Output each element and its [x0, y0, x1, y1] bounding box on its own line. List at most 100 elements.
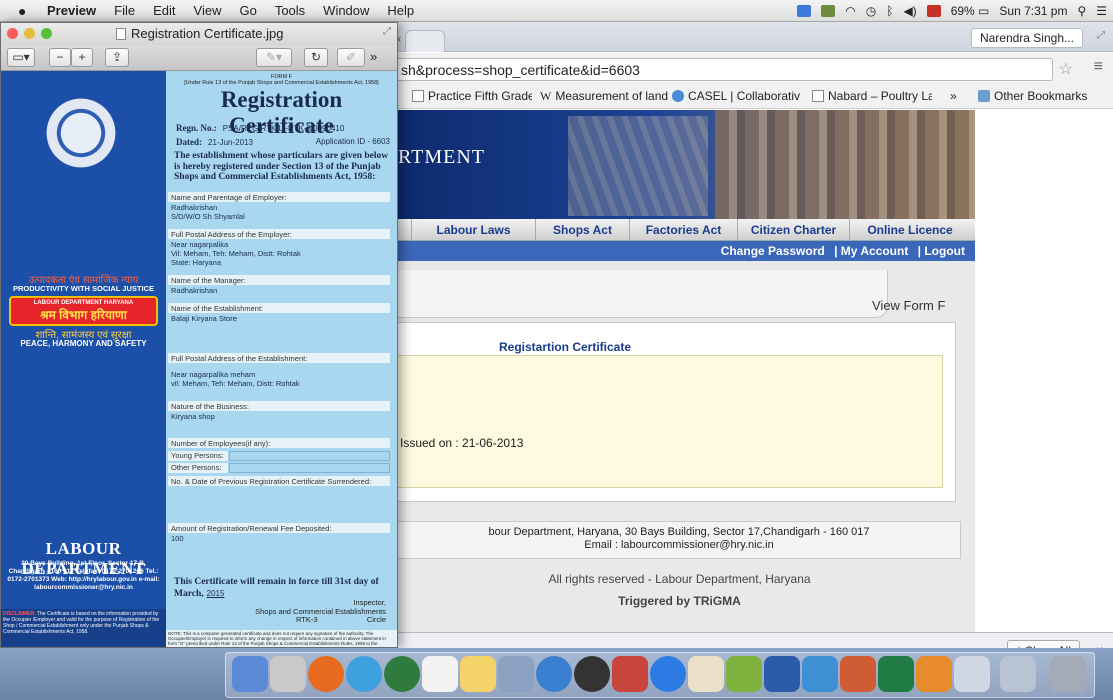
bookmark-item[interactable]: W Measurement of land: [540, 89, 668, 104]
certificate-body: FORM F [Under Rule 13 of the Punjab Shop…: [166, 71, 397, 647]
menu-tools[interactable]: Tools: [266, 3, 314, 18]
zoom-window-button[interactable]: [41, 28, 52, 39]
photos-icon[interactable]: [612, 656, 648, 692]
other-persons-label: Other Persons:: [168, 463, 228, 473]
page-icon: [812, 90, 824, 102]
spotlight-icon[interactable]: ⚲: [1077, 4, 1086, 18]
preview-icon[interactable]: [498, 656, 534, 692]
share-button[interactable]: ⇪: [105, 48, 129, 67]
wifi-icon[interactable]: ◠: [845, 4, 855, 18]
menu-view[interactable]: View: [185, 3, 231, 18]
messages-icon[interactable]: [536, 656, 572, 692]
calendar-icon[interactable]: [422, 656, 458, 692]
issued-date: Issued on : 21-06-2013: [400, 436, 524, 450]
form-rule: [Under Rule 13 of the Punjab Shops and C…: [184, 80, 379, 86]
powerpoint-icon[interactable]: [840, 656, 876, 692]
downloads-stack-icon[interactable]: [954, 656, 990, 692]
bookmark-item[interactable]: CASEL | Collaborative: [672, 89, 800, 103]
chrome-icon[interactable]: [384, 656, 420, 692]
nav-online-licence[interactable]: Online Licence: [850, 219, 970, 240]
fullscreen-icon[interactable]: ⤢: [383, 26, 391, 37]
nav-citizen-charter[interactable]: Citizen Charter: [738, 219, 850, 240]
nav-labour-laws[interactable]: Labour Laws: [412, 219, 536, 240]
trash-icon[interactable]: [1050, 656, 1086, 692]
toolbar-overflow-icon[interactable]: »: [370, 49, 377, 64]
inspector-circle-row: RTK-3 Circle: [226, 615, 386, 625]
edit-toolbar-button[interactable]: ✐: [337, 48, 365, 67]
new-tab-button[interactable]: [405, 30, 445, 52]
safari-icon[interactable]: [346, 656, 382, 692]
word-icon[interactable]: [764, 656, 800, 692]
dropbox-icon[interactable]: [797, 5, 812, 17]
flag-icon[interactable]: [926, 5, 941, 17]
labour-department-address: 30 Bays Building, 1st Floor, Sector 17-B…: [7, 560, 160, 591]
close-window-button[interactable]: [7, 28, 18, 39]
logout-link[interactable]: | Logout: [918, 244, 965, 258]
other-bookmarks[interactable]: Other Bookmarks: [978, 89, 1113, 103]
nav-shops-act[interactable]: Shops Act: [536, 219, 630, 240]
field-value: Near nagarpalika Vil: Meham, Teh: Meham,…: [171, 240, 301, 267]
launchpad-icon[interactable]: [270, 656, 306, 692]
fullscreen-icon[interactable]: ⤢: [1097, 30, 1105, 41]
w-icon: W: [540, 89, 552, 103]
certificate-note: NOTE: This is a computer generated certi…: [166, 630, 397, 647]
documents-stack-icon[interactable]: [1000, 656, 1036, 692]
facetime-icon[interactable]: [574, 656, 610, 692]
menu-go[interactable]: Go: [230, 3, 265, 18]
excel-icon[interactable]: [878, 656, 914, 692]
zoom-out-button[interactable]: −: [49, 48, 71, 67]
time-machine-icon[interactable]: ◷: [866, 4, 876, 18]
young-persons-label: Young Persons:: [168, 451, 228, 461]
bookmark-label: CASEL | Collaborative: [688, 89, 800, 103]
menu-window[interactable]: Window: [314, 3, 378, 18]
numbers-icon[interactable]: [726, 656, 762, 692]
bookmark-item[interactable]: Nabard – Poultry Lay: [812, 89, 932, 103]
bookmarks-overflow[interactable]: »: [950, 89, 957, 103]
firefox-icon[interactable]: [308, 656, 344, 692]
vlc-icon[interactable]: [916, 656, 952, 692]
image-file-icon: [116, 28, 126, 40]
address-bar[interactable]: sh&process=shop_certificate&id=6603: [395, 58, 1053, 81]
notes-icon[interactable]: [460, 656, 496, 692]
markup-button[interactable]: ✎▾: [256, 48, 292, 67]
notifications-icon[interactable]: ☰: [1096, 4, 1107, 18]
dock: [0, 648, 1113, 700]
menu-file[interactable]: File: [105, 3, 144, 18]
app-tray-icon[interactable]: [821, 5, 836, 17]
minimize-window-button[interactable]: [24, 28, 35, 39]
preview-window: Registration Certificate.jpg ⤢ ▭▾ − + ⇪ …: [0, 22, 398, 648]
other-persons-row: Other Persons:: [168, 463, 390, 473]
textedit-icon[interactable]: [688, 656, 724, 692]
rotate-button[interactable]: ↻: [304, 48, 328, 67]
validity-statement: This Certificate will remain in force ti…: [174, 577, 392, 600]
field-value: Kiryana shop: [171, 412, 215, 421]
view-form-f-link[interactable]: View Form F: [872, 298, 945, 313]
menu-edit[interactable]: Edit: [144, 3, 184, 18]
field-label: Nature of the Business:: [168, 401, 390, 411]
bookmark-item[interactable]: Practice Fifth Grade: [412, 89, 532, 103]
keynote-icon[interactable]: [802, 656, 838, 692]
menu-bar: ● Preview File Edit View Go Tools Window…: [0, 0, 1113, 22]
bluetooth-icon[interactable]: ᛒ: [886, 4, 893, 18]
clock[interactable]: Sun 7:31 pm: [999, 4, 1067, 18]
other-bookmarks-label: Other Bookmarks: [994, 89, 1088, 103]
finder-icon[interactable]: [232, 656, 268, 692]
apple-icon[interactable]: ●: [18, 3, 38, 19]
bookmark-star-icon[interactable]: ☆: [1059, 59, 1073, 79]
app-store-icon[interactable]: [650, 656, 686, 692]
nav-factories-act[interactable]: Factories Act: [630, 219, 738, 240]
other-persons-value: [229, 463, 390, 473]
field-employer: Name and Parentage of Employer: Radhakris…: [168, 192, 390, 222]
profile-button[interactable]: Narendra Singh...: [970, 28, 1083, 48]
my-account-link[interactable]: | My Account: [834, 244, 908, 258]
menu-help[interactable]: Help: [378, 3, 423, 18]
battery-status[interactable]: 69% ▭: [951, 4, 990, 18]
change-password-link[interactable]: Change Password: [721, 244, 825, 258]
nav-spacer: [398, 219, 412, 240]
field-employees: Number of Employees(if any):: [168, 438, 390, 448]
menu-app[interactable]: Preview: [38, 3, 105, 18]
zoom-in-button[interactable]: +: [71, 48, 93, 67]
browser-menu-icon[interactable]: ≡: [1094, 58, 1103, 76]
volume-icon[interactable]: ◀): [903, 4, 916, 18]
view-mode-button[interactable]: ▭▾: [7, 48, 35, 67]
